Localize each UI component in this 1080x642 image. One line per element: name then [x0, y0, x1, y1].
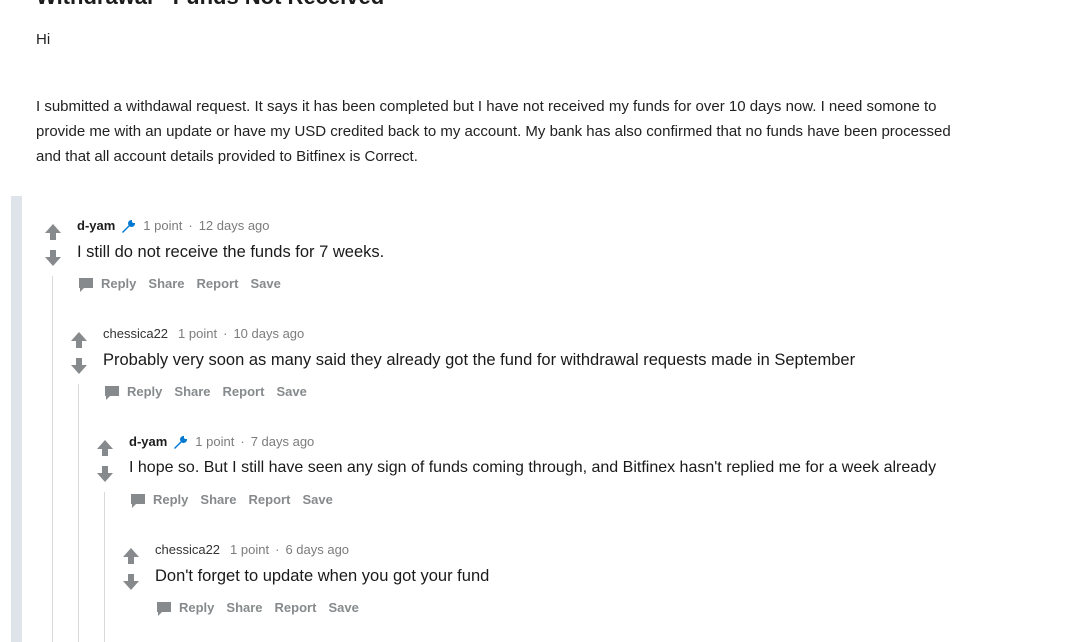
meta-separator: ·	[275, 542, 280, 557]
moderator-wrench-icon	[122, 219, 136, 233]
comment-actions: Reply Share Report Save	[129, 485, 936, 515]
comment-content: chessica22 1 point · 6 days ago Don't forge…	[155, 539, 489, 623]
moderator-wrench-icon	[174, 435, 188, 449]
share-button[interactable]: Share	[148, 276, 184, 291]
arrow-down-icon[interactable]	[96, 465, 114, 483]
comment-text: I hope so. But I still have seen any sig…	[129, 459, 937, 476]
comment-text: I still do not receive the funds for 7 w…	[77, 243, 385, 261]
reply-button[interactable]: Reply	[77, 276, 137, 292]
comment-author[interactable]: chessica22	[103, 326, 168, 341]
chat-bubble-icon	[105, 385, 119, 400]
post-title: Withdrawal - Funds Not Received	[36, 0, 384, 10]
report-button[interactable]: Report	[223, 384, 265, 399]
comment-actions: Reply Share Report Save	[103, 377, 855, 407]
comment-points: 1 point	[195, 434, 235, 449]
comment-author[interactable]: d-yam	[77, 218, 115, 233]
comment-age[interactable]: 7 days ago	[251, 434, 315, 449]
comment-content: d-yam 1 point · 12 days ago I still do not …	[77, 215, 384, 299]
vote-column	[122, 547, 140, 591]
report-button[interactable]: Report	[249, 492, 291, 507]
comment-text: Probably very soon as many said they alr…	[103, 351, 856, 369]
chat-bubble-icon	[79, 277, 93, 292]
comment-actions: Reply Share Report Save	[155, 593, 489, 623]
save-button[interactable]: Save	[276, 384, 306, 399]
reply-label: Reply	[127, 384, 163, 399]
vote-column	[44, 223, 62, 267]
share-button[interactable]: Share	[200, 492, 236, 507]
arrow-down-icon[interactable]	[122, 573, 140, 591]
thread-line[interactable]	[104, 492, 105, 642]
save-button[interactable]: Save	[302, 492, 332, 507]
comment-author[interactable]: d-yam	[129, 434, 167, 449]
comment-text: Don't forget to update when you got your…	[155, 567, 490, 585]
reply-button[interactable]: Reply	[129, 492, 189, 508]
save-button[interactable]: Save	[250, 276, 280, 291]
meta-separator: ·	[240, 434, 245, 449]
post-body: I submitted a withdawal request. It says…	[36, 98, 951, 165]
share-button[interactable]: Share	[174, 384, 210, 399]
reply-button[interactable]: Reply	[103, 384, 163, 400]
vote-column	[96, 439, 114, 483]
arrow-down-icon[interactable]	[70, 357, 88, 375]
comment-meta: chessica22 1 point · 10 days ago	[103, 323, 855, 345]
comment-points: 1 point	[143, 218, 183, 233]
meta-separator: ·	[223, 326, 228, 341]
thread-line[interactable]	[52, 276, 53, 642]
post-greeting: Hi	[36, 31, 51, 48]
comment-points: 1 point	[178, 326, 218, 341]
comment-age[interactable]: 10 days ago	[233, 326, 304, 341]
arrow-up-icon[interactable]	[70, 331, 88, 349]
comment-age[interactable]: 12 days ago	[199, 218, 270, 233]
comment-author[interactable]: chessica22	[155, 542, 220, 557]
comment-meta: d-yam 1 point · 7 days ago	[129, 431, 936, 453]
comment-meta: d-yam 1 point · 12 days ago	[77, 215, 384, 237]
reply-label: Reply	[153, 492, 189, 507]
arrow-up-icon[interactable]	[44, 223, 62, 241]
comment-content: chessica22 1 point · 10 days ago Probably v…	[103, 323, 855, 407]
arrow-down-icon[interactable]	[44, 249, 62, 267]
arrow-up-icon[interactable]	[96, 439, 114, 457]
reply-button[interactable]: Reply	[155, 600, 215, 616]
share-button[interactable]: Share	[226, 600, 262, 615]
arrow-up-icon[interactable]	[122, 547, 140, 565]
report-button[interactable]: Report	[275, 600, 317, 615]
thread-collapse-bar[interactable]	[11, 196, 22, 642]
vote-column	[70, 331, 88, 375]
meta-separator: ·	[188, 218, 193, 233]
reply-label: Reply	[179, 600, 215, 615]
reply-label: Reply	[101, 276, 137, 291]
chat-bubble-icon	[131, 493, 145, 508]
chat-bubble-icon	[157, 601, 171, 616]
save-button[interactable]: Save	[328, 600, 358, 615]
report-button[interactable]: Report	[197, 276, 239, 291]
comment-points: 1 point	[230, 542, 270, 557]
comment-content: d-yam 1 point · 7 days ago I hope so. But I…	[129, 431, 936, 515]
thread-line[interactable]	[78, 384, 79, 642]
comment-age[interactable]: 6 days ago	[285, 542, 349, 557]
comment-meta: chessica22 1 point · 6 days ago	[155, 539, 489, 561]
comment-actions: Reply Share Report Save	[77, 269, 384, 299]
